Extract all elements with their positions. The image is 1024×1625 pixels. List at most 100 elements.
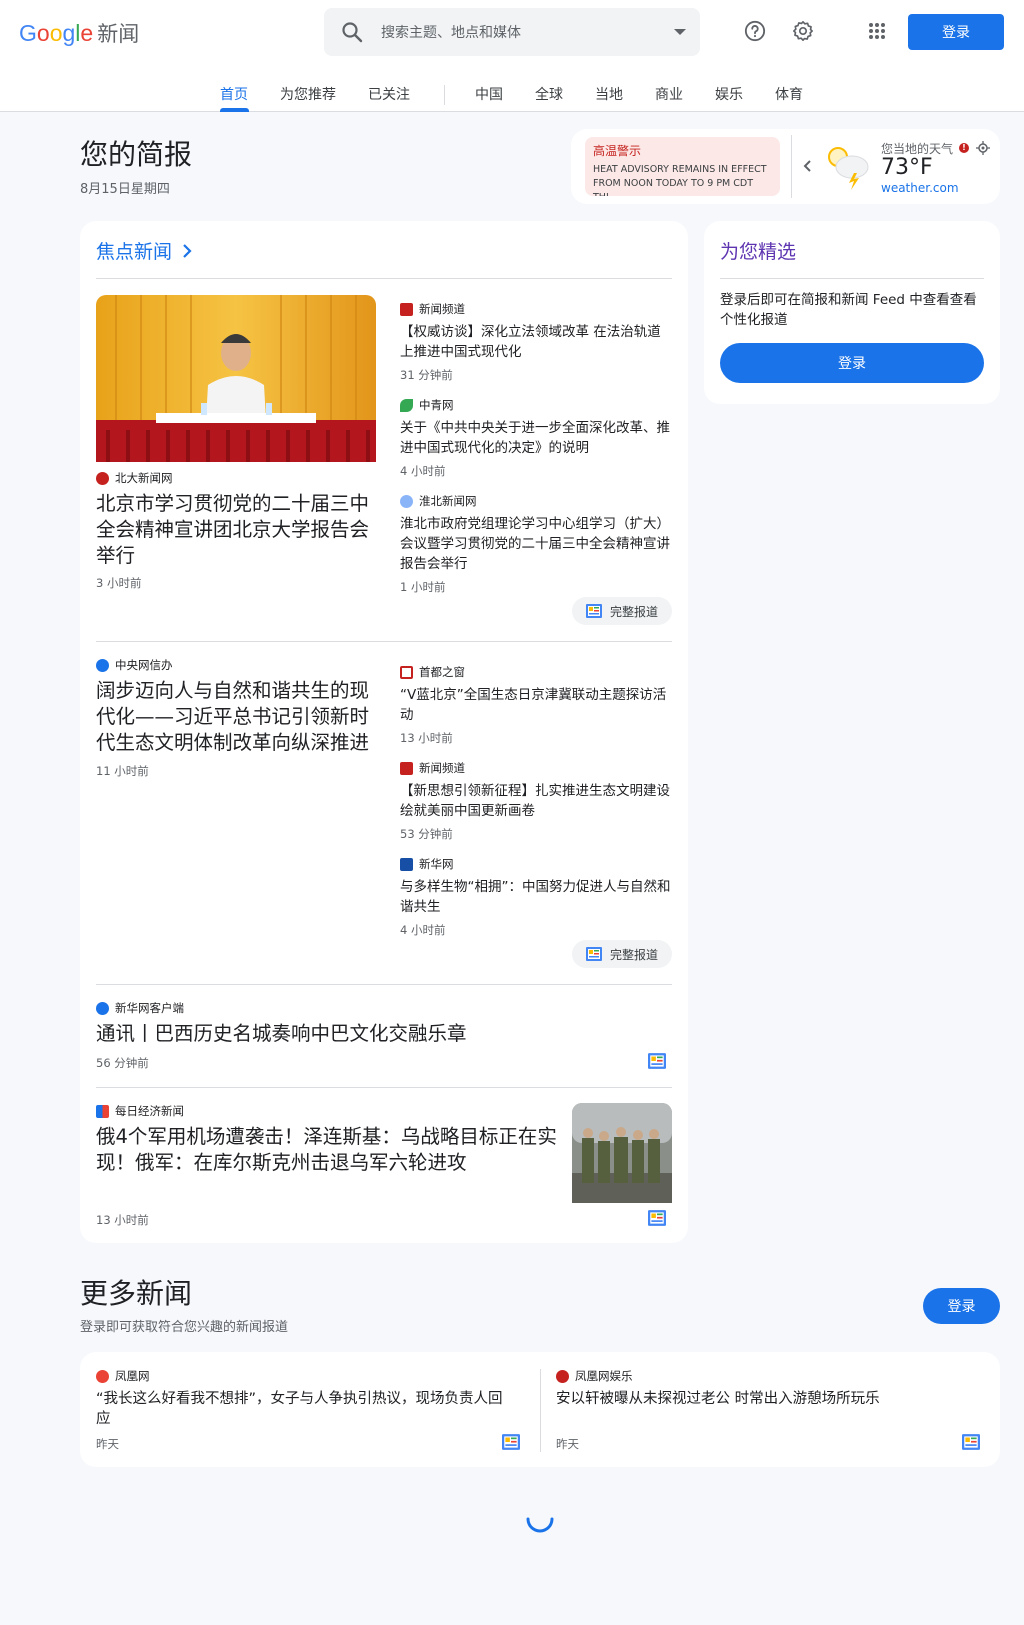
divider <box>96 278 672 279</box>
tab-home[interactable]: 首页 <box>220 84 248 104</box>
apps-grid-icon[interactable] <box>863 17 891 45</box>
search-icon[interactable] <box>340 20 364 44</box>
news-channel-logo-icon <box>400 302 413 316</box>
source-name: 每日经济新闻 <box>115 1104 184 1118</box>
story-time: 4 小时前 <box>400 923 446 937</box>
story-time: 昨天 <box>96 1437 119 1451</box>
cac-logo-icon <box>96 658 109 672</box>
story-source[interactable]: 新华网客户端 <box>96 1000 184 1016</box>
search-placeholder[interactable]: 搜索主题、地点和媒体 <box>381 22 674 42</box>
for-you-sign-in-button[interactable]: 登录 <box>720 343 984 383</box>
huaibei-news-logo-icon <box>400 494 413 508</box>
for-you-card: 为您精选 登录后即可在简报和新闻 Feed 中查看查看个性化报道 登录 <box>704 221 1000 404</box>
chevron-left-icon[interactable] <box>800 156 814 176</box>
sign-in-button[interactable]: 登录 <box>908 14 1004 50</box>
top-stories-card: 焦点新闻 北大新闻网 北京市学习贯彻党的二十届三中全会精神宣讲团北京大学报告会举… <box>80 221 688 1243</box>
help-icon[interactable] <box>741 17 769 45</box>
story-headline[interactable]: 北京市学习贯彻党的二十届三中全会精神宣讲团北京大学报告会举行 <box>96 491 376 569</box>
story-headline[interactable]: 【权威访谈】深化立法领域改革 在法治轨道上推进中国式现代化 <box>400 322 672 362</box>
heat-alert[interactable]: 高温警示 HEAT ADVISORY REMAINS IN EFFECT FRO… <box>585 137 780 196</box>
youth-net-logo-icon <box>400 398 413 412</box>
tab-business[interactable]: 商业 <box>655 84 683 104</box>
loading-spinner-icon <box>526 1517 554 1533</box>
active-tab-indicator <box>220 108 249 112</box>
full-coverage-icon[interactable] <box>502 1434 520 1450</box>
story-source[interactable]: 淮北新闻网 <box>400 493 477 509</box>
story-source[interactable]: 每日经济新闻 <box>96 1103 184 1119</box>
story-headline[interactable]: 安以轩被曝从未探视过老公 时常出入游憩场所玩乐 <box>556 1389 976 1409</box>
full-coverage-button[interactable]: 完整报道 <box>572 597 672 625</box>
weather-divider <box>791 135 792 198</box>
for-you-description: 登录后即可在简报和新闻 Feed 中查看查看个性化报道 <box>720 292 977 328</box>
column-divider <box>540 1369 541 1452</box>
story-source[interactable]: 中青网 <box>400 397 454 413</box>
logo-suffix: 新闻 <box>97 22 140 46</box>
ifeng-ent-logo-icon <box>556 1369 569 1383</box>
full-coverage-button[interactable]: 完整报道 <box>572 940 672 968</box>
story-time: 13 小时前 <box>96 1213 149 1227</box>
full-coverage-icon <box>585 604 602 618</box>
full-coverage-icon <box>585 947 602 961</box>
story-source[interactable]: 新华网 <box>400 856 454 872</box>
location-icon[interactable] <box>976 141 990 155</box>
story-time: 1 小时前 <box>400 580 446 594</box>
full-coverage-icon[interactable] <box>648 1053 666 1069</box>
top-stories-title[interactable]: 焦点新闻 <box>96 237 172 264</box>
story-headline[interactable]: 【新思想引领新征程】扎实推进生态文明建设 绘就美丽中国更新画卷 <box>400 781 672 821</box>
google-news-logo[interactable]: Google 新闻 <box>19 18 139 48</box>
source-name: 凤凰网 <box>115 1369 150 1383</box>
story-headline[interactable]: 淮北市政府党组理论学习中心组学习（扩大）会议暨学习贯彻党的二十届三中全会精神宣讲… <box>400 514 672 574</box>
section-nav: 首页 为您推荐 已关注 中国 全球 当地 商业 娱乐 体育 <box>0 78 1024 112</box>
tab-local[interactable]: 当地 <box>595 84 623 104</box>
xinhua-client-logo-icon <box>96 1001 109 1015</box>
full-coverage-label: 完整报道 <box>609 947 658 962</box>
full-coverage-icon[interactable] <box>962 1434 980 1450</box>
logo-letter: g <box>62 19 76 46</box>
story-source[interactable]: 北大新闻网 <box>96 470 173 486</box>
source-name: 新华网 <box>419 857 454 871</box>
source-name: 新华网客户端 <box>115 1001 184 1015</box>
story-image-conference[interactable] <box>96 295 376 462</box>
story-source[interactable]: 新闻频道 <box>400 760 465 776</box>
nbd-logo-icon <box>96 1104 109 1118</box>
story-source[interactable]: 新闻频道 <box>400 301 465 317</box>
story-headline[interactable]: 关于《中共中央关于进一步全面深化改革、推进中国式现代化的决定》的说明 <box>400 418 672 458</box>
tab-china[interactable]: 中国 <box>475 84 503 104</box>
story-headline[interactable]: 阔步迈向人与自然和谐共生的现代化——习近平总书记引领新时代生态文明体制改革向纵深… <box>96 678 381 756</box>
story-image-soldiers[interactable] <box>572 1103 672 1203</box>
tab-world[interactable]: 全球 <box>535 84 563 104</box>
divider <box>96 984 672 985</box>
full-coverage-icon[interactable] <box>648 1210 666 1226</box>
alert-body: HEAT ADVISORY REMAINS IN EFFECT FROM NOO… <box>593 164 767 196</box>
tab-entertainment[interactable]: 娱乐 <box>715 84 743 104</box>
search-box[interactable]: 搜索主题、地点和媒体 <box>324 8 700 56</box>
tab-following[interactable]: 已关注 <box>368 84 410 104</box>
weather-widget[interactable]: 高温警示 HEAT ADVISORY REMAINS IN EFFECT FRO… <box>571 129 1000 204</box>
story-source[interactable]: 首都之窗 <box>400 664 465 680</box>
story-time: 53 分钟前 <box>400 827 453 841</box>
for-you-title[interactable]: 为您精选 <box>720 237 796 264</box>
more-news-subtitle: 登录即可获取符合您兴趣的新闻报道 <box>80 1320 289 1335</box>
weather-source-link[interactable]: weather.com <box>881 181 959 195</box>
weather-temperature: 73°F <box>881 155 933 180</box>
tab-sports[interactable]: 体育 <box>775 84 803 104</box>
chevron-right-icon[interactable] <box>182 243 192 259</box>
story-headline[interactable]: 与多样生物“相拥”：中国努力促进人与自然和谐共生 <box>400 877 672 917</box>
top-stories-heading[interactable]: 焦点新闻 <box>96 237 192 264</box>
search-options-chevron-icon[interactable] <box>674 29 686 35</box>
story-headline[interactable]: “V蓝北京”全国生态日京津冀联动主题探访活动 <box>400 685 672 725</box>
story-time: 31 分钟前 <box>400 368 453 382</box>
settings-gear-icon[interactable] <box>789 17 817 45</box>
capital-window-logo-icon <box>400 665 413 679</box>
divider <box>96 641 672 642</box>
tab-for-you[interactable]: 为您推荐 <box>280 84 336 104</box>
story-headline[interactable]: 俄4个军用机场遭袭击！泽连斯基：乌战略目标正在实现！俄军：在库尔斯克州击退乌军六… <box>96 1124 558 1176</box>
story-headline[interactable]: “我长这么好看我不想排”，女子与人争执引热议，现场负责人回应 <box>96 1389 516 1429</box>
story-source[interactable]: 凤凰网 <box>96 1368 150 1384</box>
more-news-sign-in-button[interactable]: 登录 <box>923 1288 1000 1324</box>
story-source[interactable]: 中央网信办 <box>96 657 173 673</box>
logo-letter: o <box>36 19 50 46</box>
story-source[interactable]: 凤凰网娱乐 <box>556 1368 633 1384</box>
nav-divider <box>444 85 445 105</box>
story-headline[interactable]: 通讯丨巴西历史名城奏响中巴文化交融乐章 <box>96 1021 656 1047</box>
